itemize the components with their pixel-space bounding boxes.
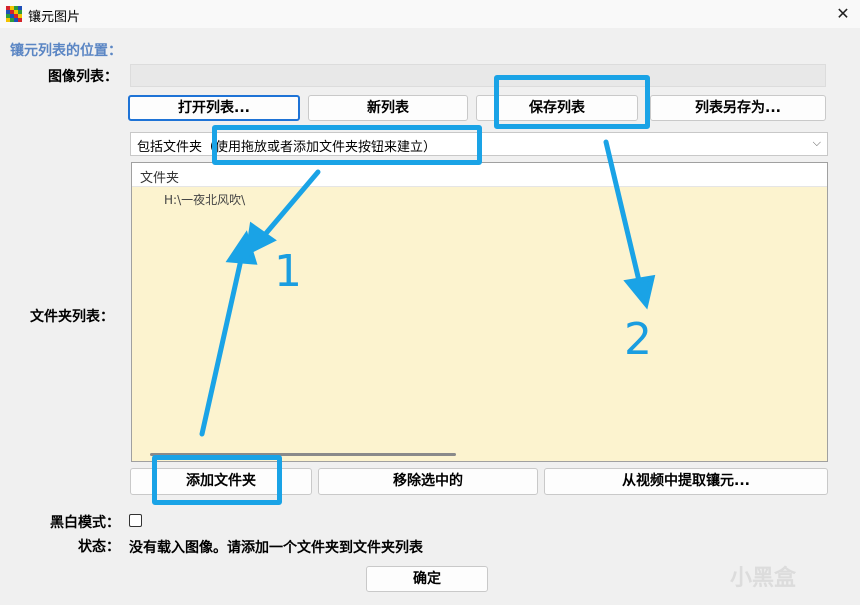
annotation-arrow-1b [199, 252, 245, 437]
annotation-number-2: 2 [624, 314, 652, 365]
annotation-arrow-1a [259, 169, 321, 241]
annotation-arrowhead-2 [623, 274, 656, 310]
watermark: 小黑盒 [730, 566, 797, 591]
annotation-arrow-2 [603, 139, 643, 288]
annotation-arrows [199, 139, 656, 437]
annotation-number-1: 1 [274, 246, 302, 297]
